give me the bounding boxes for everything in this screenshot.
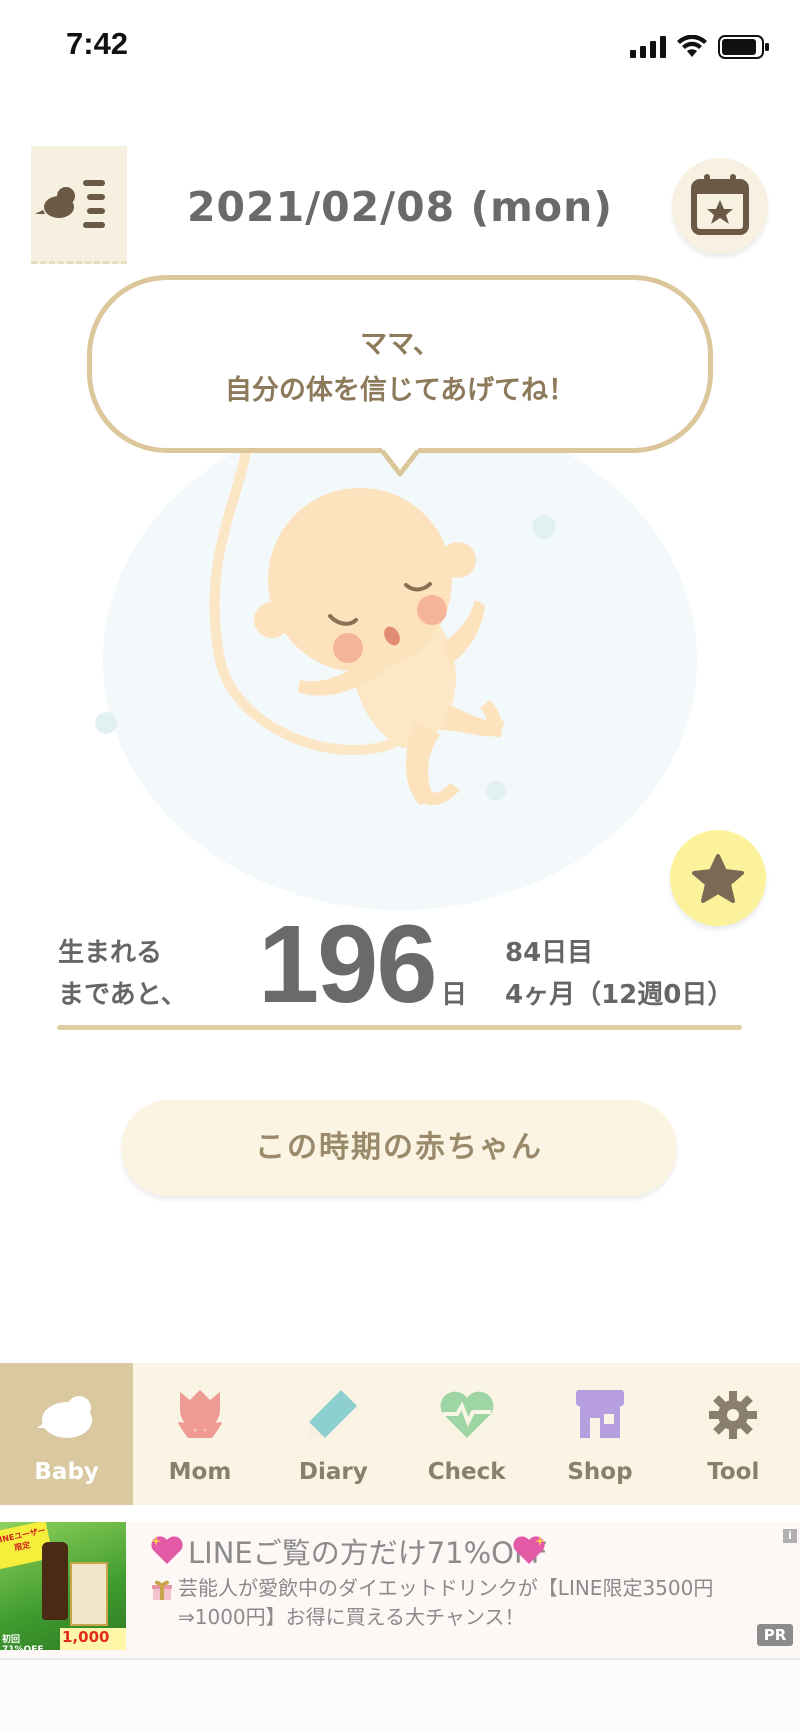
tab-label: Check (427, 1459, 506, 1485)
days-unit: 日 (441, 980, 468, 1010)
speech-bubble-tail (380, 448, 420, 477)
sparkle-heart-icon (151, 1536, 183, 1564)
speech-bubble (87, 275, 713, 453)
bubble-message-line1: ママ、 (360, 329, 440, 360)
ad-image-price: 1,000円 (60, 1628, 126, 1650)
ad-body[interactable]: 芸能人が愛飲中のダイエットドリンクが【LINE限定3500円⇒1000円】お得に… (178, 1574, 738, 1632)
ad-image-discount: 初回71%OFF (2, 1635, 44, 1650)
gear-icon (709, 1391, 758, 1439)
tab-label: Tool (707, 1459, 760, 1485)
tab-label: Baby (34, 1459, 99, 1485)
countdown-label-line2: まであと、 (58, 980, 187, 1010)
tab-label: Diary (298, 1459, 368, 1485)
tab-label: Shop (567, 1459, 633, 1485)
favorite-button[interactable] (670, 830, 766, 926)
tab-mom[interactable]: Mom (133, 1363, 266, 1505)
ad-title[interactable]: LINEご覧の方だけ71%OFF (188, 1530, 547, 1572)
ad-pr-badge: PR (757, 1624, 793, 1646)
tab-bar: Baby Mom Diary Check Shop Tool (0, 1363, 800, 1505)
bubble-message-line2: 自分の体を信じてあげてね！ (224, 375, 576, 406)
pencil-icon (309, 1390, 358, 1438)
day-count: 84日目 (505, 938, 594, 968)
ad-bottle (42, 1542, 68, 1620)
tab-label: Mom (168, 1459, 232, 1485)
bottom-safe-area (0, 1660, 800, 1731)
tulip-icon (177, 1390, 222, 1438)
baby-bird-icon (36, 1396, 92, 1438)
baby-this-period-button[interactable]: この時期の赤ちゃん (121, 1100, 677, 1196)
tab-shop[interactable]: Shop (533, 1363, 666, 1505)
baby-illustration (209, 440, 505, 806)
decor-bubble (95, 712, 117, 734)
calendar-button[interactable] (672, 158, 768, 254)
tab-tool[interactable]: Tool (667, 1363, 800, 1505)
heart-pulse-icon (440, 1391, 494, 1438)
tab-baby[interactable]: Baby (0, 1363, 134, 1505)
status-time: 7:42 (66, 26, 129, 61)
star-icon (692, 854, 744, 903)
countdown-divider (57, 1025, 742, 1030)
status-icons (630, 32, 770, 62)
ad-banner[interactable]: LINEユーザー限定 初回71%OFF 1,000円 LINEご覧の方だけ71%… (0, 1522, 800, 1658)
countdown-label-line1: 生まれる (58, 938, 163, 968)
gift-icon (152, 1580, 172, 1600)
ad-image[interactable]: LINEユーザー限定 初回71%OFF 1,000円 (0, 1522, 126, 1650)
shop-icon (575, 1390, 624, 1438)
sparkle-heart-icon (513, 1536, 545, 1564)
tab-check[interactable]: Check (400, 1363, 533, 1505)
battery-icon (718, 35, 769, 59)
month-week: 4ヶ月（12週0日） (505, 980, 734, 1010)
ad-info-badge[interactable]: i (783, 1529, 797, 1543)
days-remaining-number: 196 (258, 903, 438, 1026)
wifi-icon (677, 35, 707, 57)
ad-box (70, 1562, 108, 1626)
signal-icon (630, 36, 666, 58)
tab-diary[interactable]: Diary (267, 1363, 400, 1505)
calendar-star-icon (691, 174, 749, 235)
